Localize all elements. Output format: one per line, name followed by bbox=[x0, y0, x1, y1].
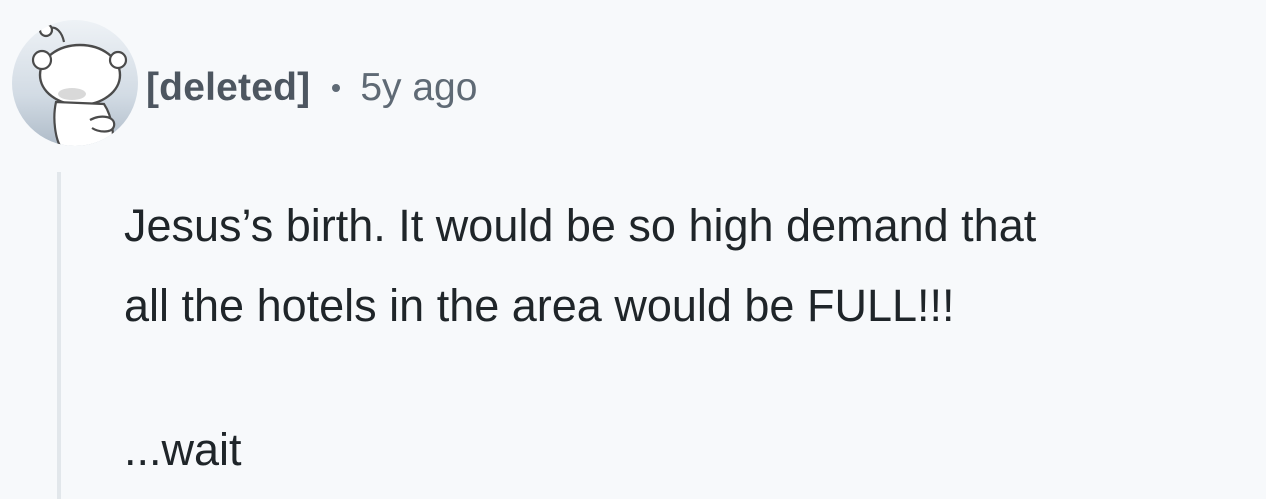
comment-text-line: all the hotels in the area would be FULL… bbox=[124, 280, 955, 331]
comment-text-line: ...wait bbox=[124, 424, 242, 475]
comment-text-line: Jesus’s birth. It would be so high deman… bbox=[124, 200, 1037, 251]
timestamp[interactable]: 5y ago bbox=[360, 66, 477, 110]
thread-collapse-line[interactable] bbox=[57, 172, 61, 499]
comment-meta: [deleted] 5y ago bbox=[146, 60, 477, 116]
author-name[interactable]: [deleted] bbox=[146, 66, 310, 110]
separator-dot bbox=[332, 84, 341, 92]
comment: [deleted] 5y ago Jesus’s birth. It would… bbox=[0, 0, 1266, 499]
reddit-snoo-avatar-icon bbox=[31, 22, 128, 146]
comment-body: Jesus’s birth. It would be so high deman… bbox=[124, 186, 1262, 490]
avatar[interactable] bbox=[12, 20, 138, 146]
